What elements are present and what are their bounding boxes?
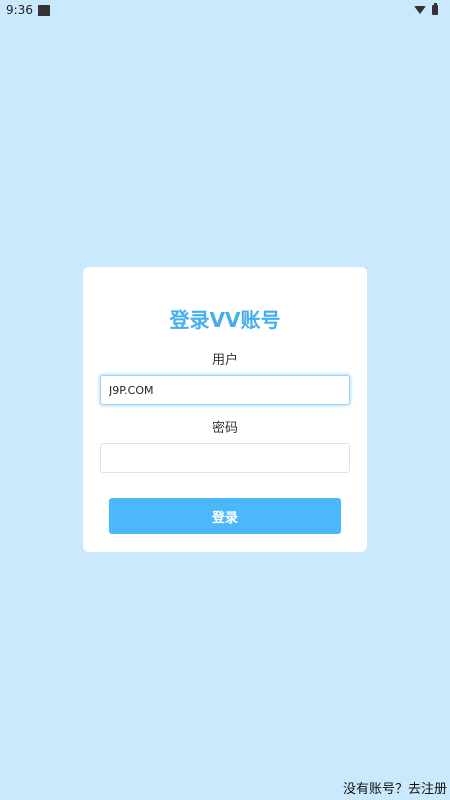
username-label: 用户 — [211, 353, 238, 368]
username-input[interactable] — [100, 375, 350, 405]
status-time: 9:36 — [6, 3, 33, 17]
login-button[interactable]: 登录 — [109, 498, 341, 534]
password-input[interactable] — [100, 443, 350, 473]
status-right — [414, 3, 444, 15]
notification-square-icon — [37, 4, 50, 16]
login-title: 登录VV账号 — [169, 308, 281, 332]
password-label: 密码 — [211, 421, 238, 436]
status-left: 9:36 — [6, 3, 50, 17]
battery-icon — [432, 3, 438, 15]
register-link[interactable]: 没有账号？去注册 — [343, 778, 447, 797]
wifi-icon — [414, 6, 426, 14]
status-bar: 9:36 — [0, 0, 450, 20]
